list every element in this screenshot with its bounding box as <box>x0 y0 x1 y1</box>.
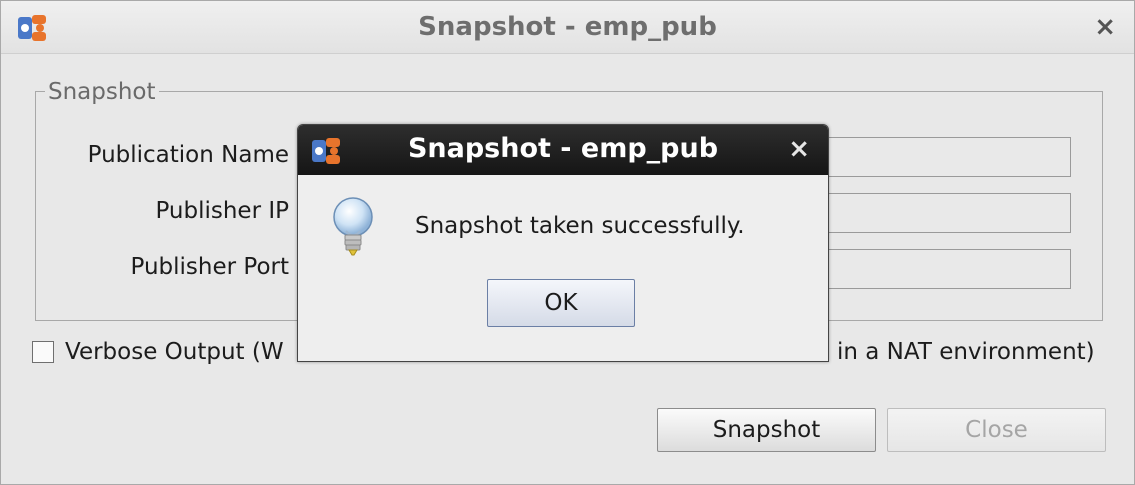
dialog-close-icon[interactable]: × <box>788 136 810 162</box>
publisher-port-label: Publisher Port <box>130 254 290 280</box>
snapshot-success-dialog: Snapshot - emp_pub × Snapshot taken succ… <box>297 124 829 362</box>
publisher-port-field[interactable] <box>811 249 1071 289</box>
verbose-output-label: Verbose Output (W <box>65 339 284 365</box>
publisher-ip-field[interactable] <box>811 193 1071 233</box>
close-button: Close <box>887 408 1106 452</box>
snapshot-button[interactable]: Snapshot <box>657 408 876 452</box>
verbose-output-checkbox[interactable] <box>32 341 54 363</box>
publication-name-label: Publication Name <box>87 142 289 168</box>
snapshot-group-title: Snapshot <box>45 79 159 105</box>
verbose-output-label-tail: in a NAT environment) <box>837 339 1095 365</box>
dialog-title: Snapshot - emp_pub <box>407 133 719 164</box>
main-titlebar[interactable]: Snapshot - emp_pub × <box>1 1 1134 54</box>
publisher-ip-label: Publisher IP <box>155 198 289 224</box>
lightbulb-info-icon <box>333 197 373 256</box>
dialog-message: Snapshot taken successfully. <box>415 213 745 239</box>
ok-button[interactable]: OK <box>487 279 635 327</box>
main-window-title: Snapshot - emp_pub <box>418 12 717 42</box>
main-close-icon[interactable]: × <box>1094 14 1116 40</box>
publication-name-field[interactable] <box>811 137 1071 177</box>
dialog-titlebar[interactable]: Snapshot - emp_pub × <box>298 125 828 175</box>
